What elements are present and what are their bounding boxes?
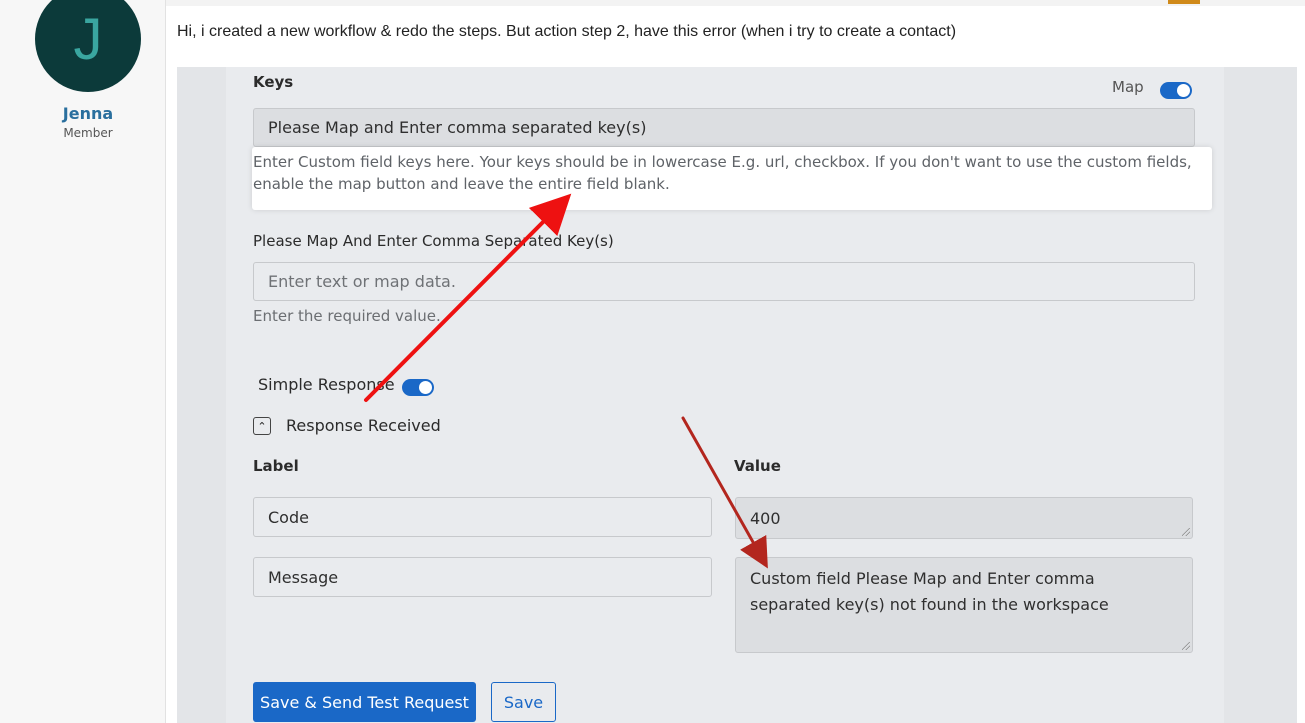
chevron-up-icon[interactable]: ⌃ xyxy=(253,417,271,435)
response-value-message[interactable]: Custom field Please Map and Enter comma … xyxy=(735,557,1193,653)
custom-keys-help: Enter the required value. xyxy=(253,307,441,325)
keys-input[interactable]: Please Map and Enter comma separated key… xyxy=(253,108,1195,147)
status-badge xyxy=(1168,0,1200,4)
keys-label: Keys xyxy=(253,73,294,91)
map-label: Map xyxy=(1112,78,1144,96)
response-value-message-text: Custom field Please Map and Enter comma … xyxy=(750,569,1109,614)
post-body-text: Hi, i created a new workflow & redo the … xyxy=(177,23,957,40)
resize-grip-icon[interactable] xyxy=(1182,642,1190,650)
simple-response-toggle[interactable] xyxy=(402,379,434,396)
author-column: J Jenna Member xyxy=(0,0,166,723)
simple-response-label: Simple Response xyxy=(258,375,395,394)
post-header-strip xyxy=(166,0,1305,6)
save-send-test-request-button[interactable]: Save & Send Test Request xyxy=(253,682,476,722)
map-toggle[interactable] xyxy=(1160,82,1192,99)
keys-help-text: Enter Custom field keys here. Your keys … xyxy=(253,153,1192,193)
value-column-header: Value xyxy=(734,457,781,475)
response-value-code-text: 400 xyxy=(750,508,781,528)
response-value-code[interactable]: 400 xyxy=(735,497,1193,539)
author-role: Member xyxy=(63,126,113,140)
response-label-code[interactable]: Code xyxy=(253,497,712,537)
response-label-message[interactable]: Message xyxy=(253,557,712,597)
save-button[interactable]: Save xyxy=(491,682,556,722)
custom-keys-field-label: Please Map And Enter Comma Separated Key… xyxy=(253,232,614,250)
avatar[interactable]: J xyxy=(35,0,141,92)
author-name[interactable]: Jenna xyxy=(0,104,176,123)
resize-grip-icon[interactable] xyxy=(1182,528,1190,536)
custom-keys-input[interactable]: Enter text or map data. xyxy=(253,262,1195,301)
label-column-header: Label xyxy=(253,457,299,475)
response-received-label: Response Received xyxy=(286,416,441,435)
